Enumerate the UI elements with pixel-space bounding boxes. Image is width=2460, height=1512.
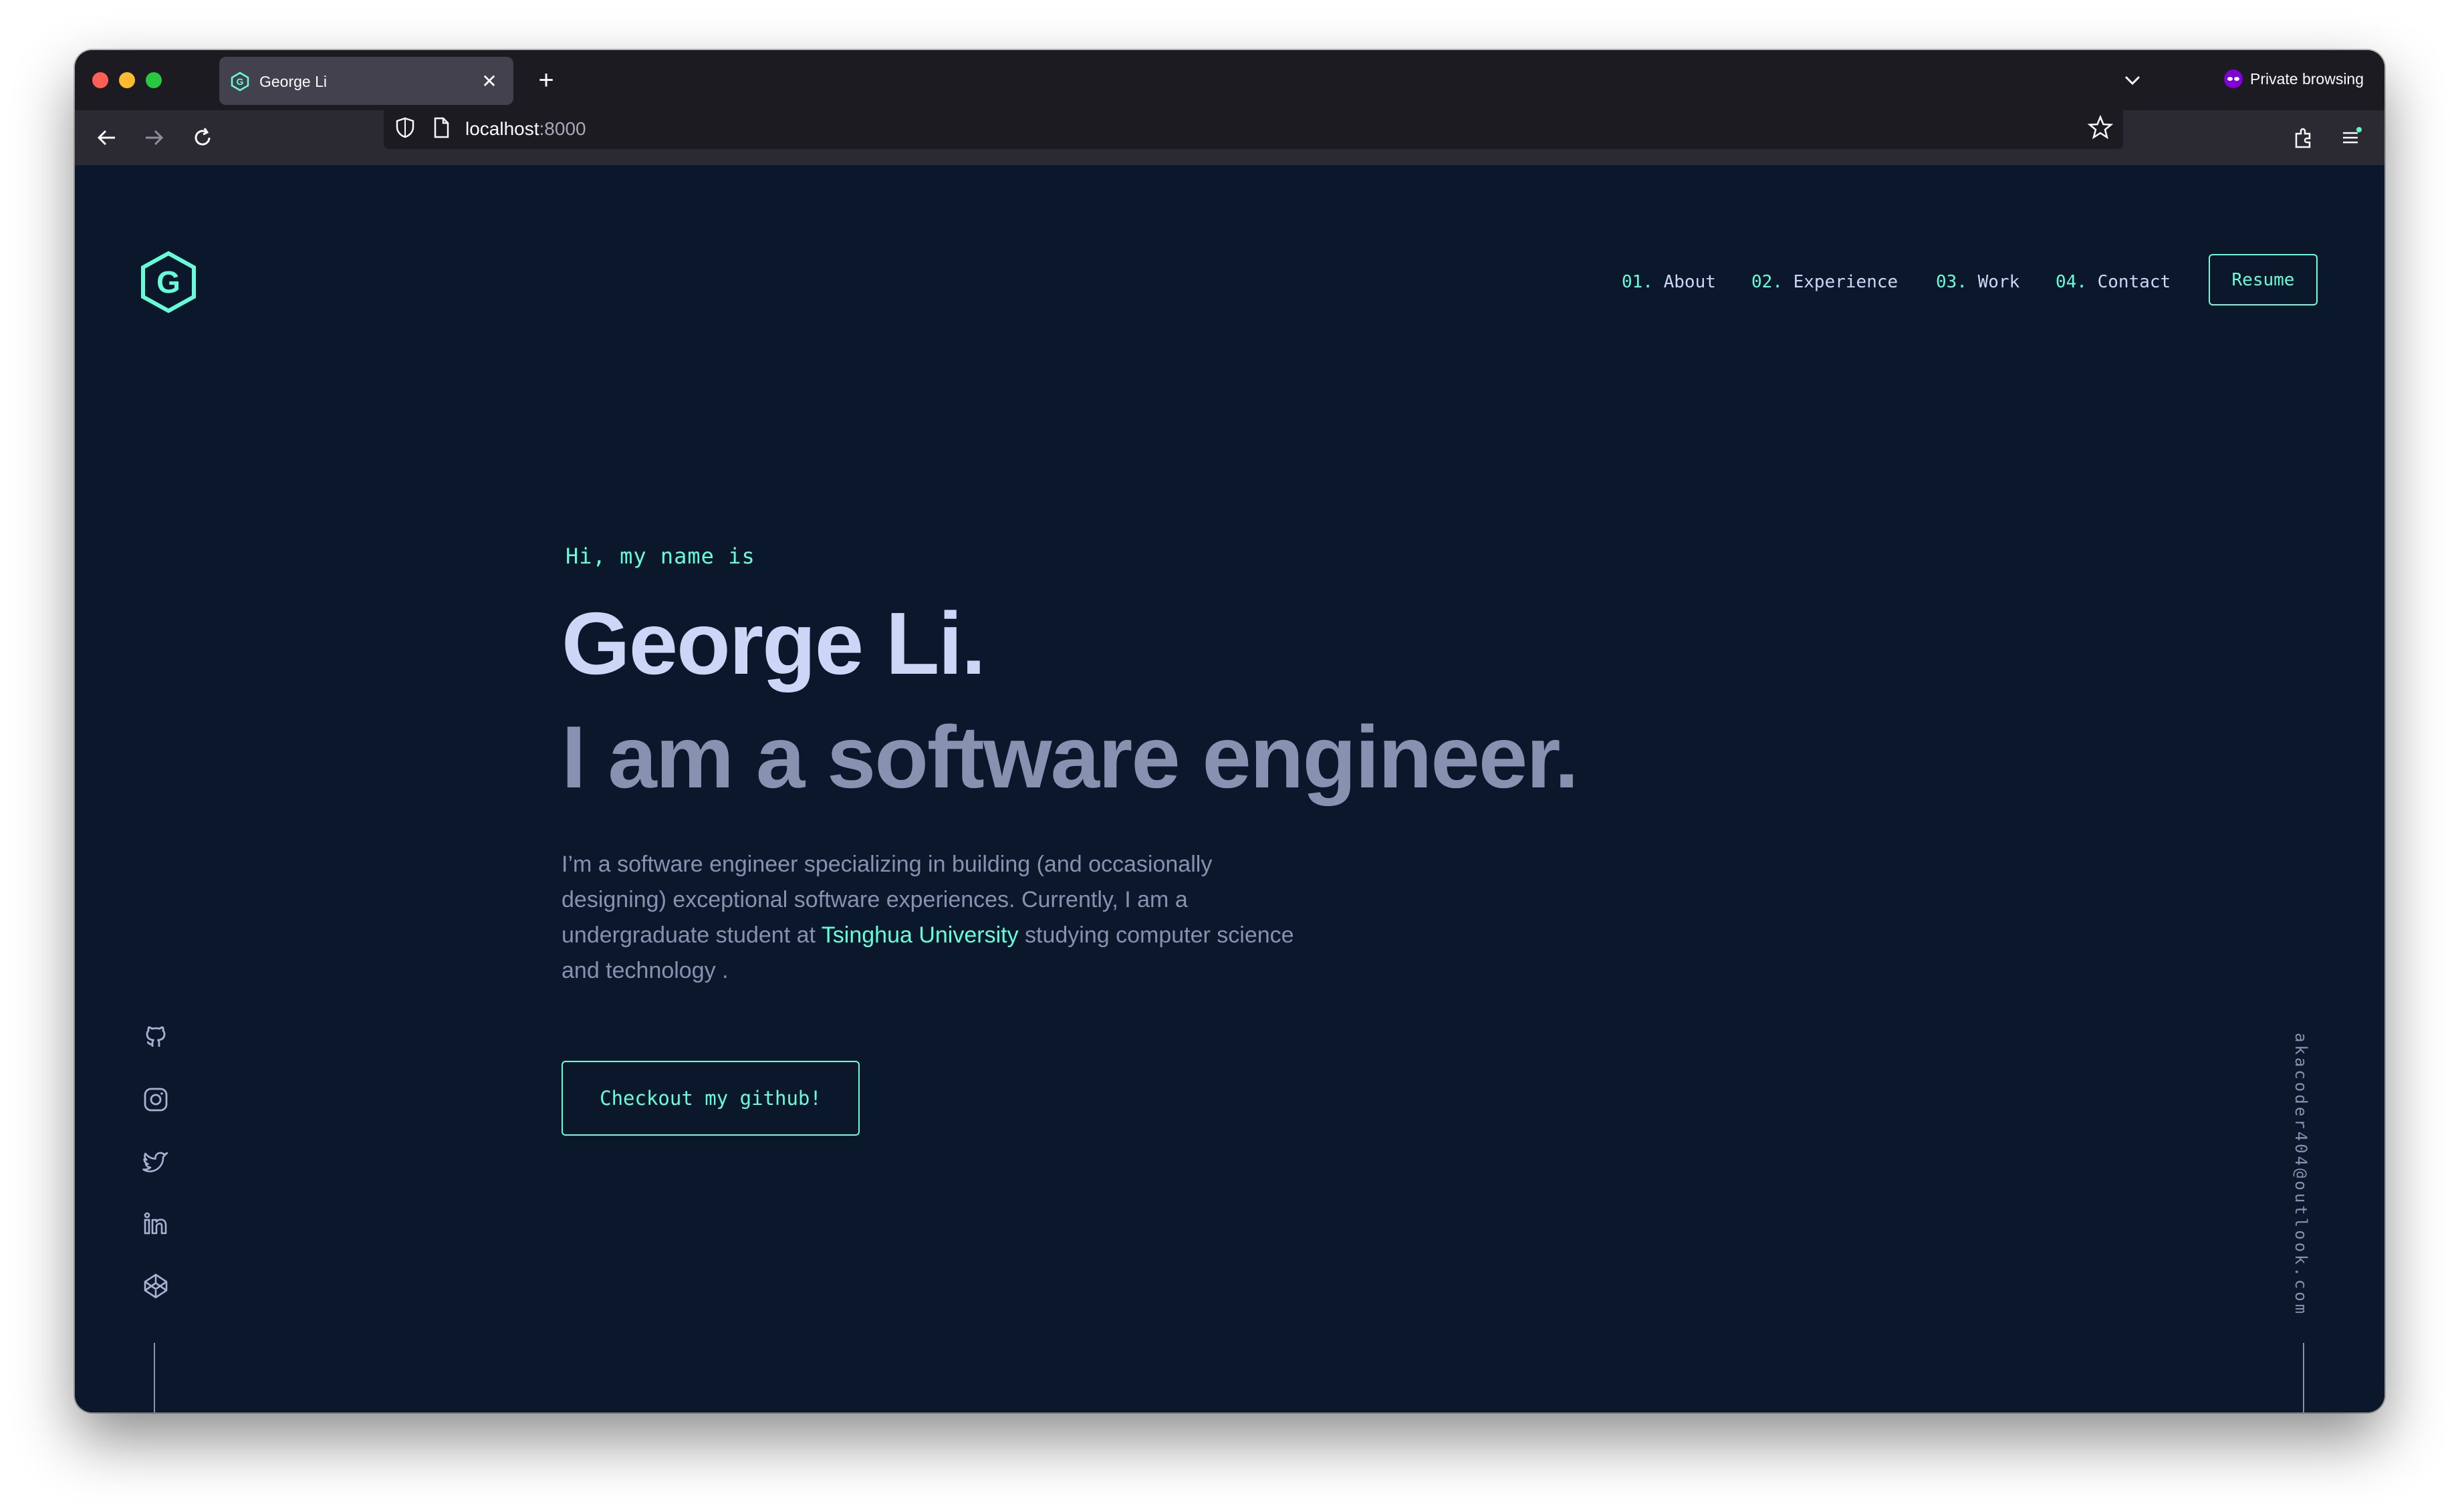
instagram-link[interactable] xyxy=(139,1083,172,1116)
university-link[interactable]: Tsinghua University xyxy=(822,922,1019,948)
nav-label: Contact xyxy=(2097,272,2171,292)
hero-intro: Hi, my name is xyxy=(566,543,755,569)
tracking-protection-shield-icon[interactable] xyxy=(393,116,417,140)
instagram-icon xyxy=(144,1088,168,1112)
site-logo-icon[interactable]: G xyxy=(140,251,197,313)
resume-button[interactable]: Resume xyxy=(2209,254,2318,305)
hero-name: George Li. xyxy=(562,594,986,692)
minimize-window-button[interactable] xyxy=(119,72,135,88)
url-text[interactable]: localhost:8000 xyxy=(465,118,586,140)
new-tab-button[interactable]: + xyxy=(529,64,563,97)
private-browsing-indicator: Private browsing xyxy=(2223,69,2364,89)
nav-link-contact[interactable]: 04. Contact xyxy=(2056,272,2171,292)
list-all-tabs-icon[interactable] xyxy=(2119,67,2146,94)
right-sidebar-line xyxy=(2303,1343,2304,1412)
linkedin-icon xyxy=(144,1212,167,1235)
browser-window: G George Li ✕ + Private browsing localho… xyxy=(75,50,2384,1412)
page-info-icon[interactable] xyxy=(429,116,453,140)
url-port: :8000 xyxy=(539,118,586,139)
close-window-button[interactable] xyxy=(92,72,108,88)
url-host: localhost xyxy=(465,118,539,139)
linkedin-link[interactable] xyxy=(139,1207,172,1241)
portfolio-page: G 01. About 02. Experience 03. Work 04. … xyxy=(75,165,2384,1412)
nav-label: About xyxy=(1663,272,1716,292)
maximize-window-button[interactable] xyxy=(146,72,162,88)
nav-number: 03. xyxy=(1936,272,1967,292)
hero-description: I’m a software engineer specializing in … xyxy=(562,847,1297,989)
bookmark-star-icon[interactable] xyxy=(2087,114,2114,141)
app-menu-button[interactable] xyxy=(2334,121,2368,154)
tab-title: George Li xyxy=(259,73,328,90)
site-favicon-icon: G xyxy=(231,72,249,92)
hero-tagline: I am a software engineer. xyxy=(562,708,1579,806)
codepen-icon xyxy=(144,1273,168,1299)
nav-number: 01. xyxy=(1622,272,1653,292)
window-controls xyxy=(92,72,162,88)
github-icon xyxy=(146,1026,166,1047)
arrow-right-icon xyxy=(146,130,164,146)
puzzle-piece-icon xyxy=(2295,128,2311,148)
browser-titlebar: G George Li ✕ + Private browsing xyxy=(75,50,2384,110)
reload-button[interactable] xyxy=(186,121,219,154)
tab-close-icon[interactable]: ✕ xyxy=(475,66,504,96)
twitter-link[interactable] xyxy=(139,1145,172,1178)
nav-link-about[interactable]: 01. About xyxy=(1622,272,1716,292)
browser-tab[interactable]: G George Li ✕ xyxy=(219,57,513,105)
nav-label: Experience xyxy=(1793,272,1898,292)
hamburger-menu-icon xyxy=(2343,127,2362,144)
address-bar[interactable]: localhost:8000 xyxy=(384,106,2123,149)
private-mask-icon xyxy=(2224,70,2243,88)
svg-text:G: G xyxy=(156,265,180,299)
github-cta-button[interactable]: Checkout my github! xyxy=(562,1061,860,1136)
private-browsing-label: Private browsing xyxy=(2250,70,2364,88)
nav-label: Work xyxy=(1977,272,2020,292)
nav-link-experience[interactable]: 02. Experience xyxy=(1751,272,1898,292)
forward-button[interactable] xyxy=(138,121,171,154)
arrow-left-icon xyxy=(97,130,115,146)
twitter-icon xyxy=(142,1152,168,1172)
back-button[interactable] xyxy=(90,121,123,154)
svg-text:G: G xyxy=(237,76,244,87)
email-link[interactable]: akacoder404@outlook.com xyxy=(2292,1033,2310,1316)
nav-link-work[interactable]: 03. Work xyxy=(1936,272,2019,292)
extensions-button[interactable] xyxy=(2288,121,2321,154)
codepen-link[interactable] xyxy=(139,1269,172,1303)
reload-icon xyxy=(195,128,211,146)
nav-number: 02. xyxy=(1751,272,1783,292)
nav-number: 04. xyxy=(2056,272,2087,292)
github-link[interactable] xyxy=(139,1021,172,1054)
left-sidebar-line xyxy=(154,1343,155,1412)
